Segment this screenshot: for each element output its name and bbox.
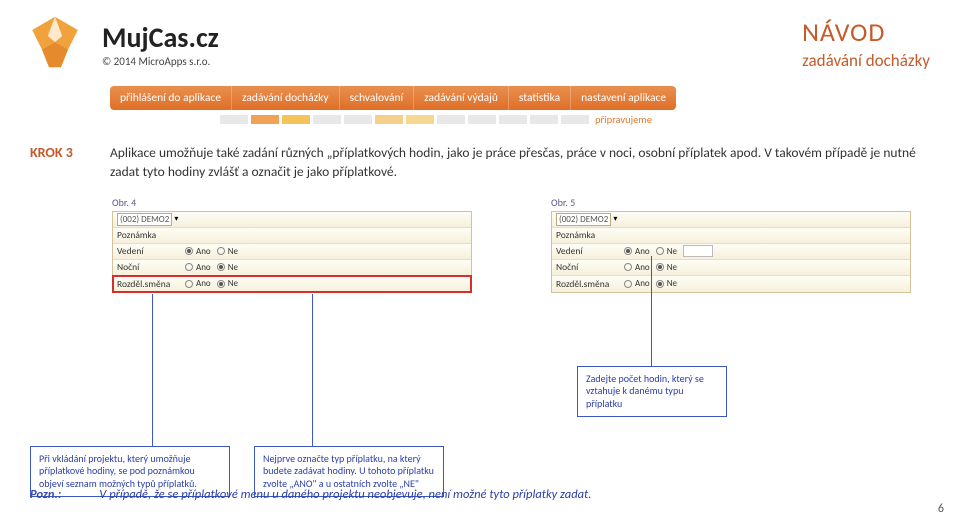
brand-copyright: © 2014 MicroApps s.r.o. bbox=[102, 55, 219, 68]
prep-cell bbox=[344, 115, 372, 124]
prep-cell bbox=[313, 115, 341, 124]
figure-5: Obr. 5 (002) DEMO2 ▾ Poznámka Vedení Ano… bbox=[551, 196, 960, 293]
radio-rozd-no-2[interactable]: Ne bbox=[656, 278, 677, 289]
tab-approval[interactable]: schvalování bbox=[340, 86, 415, 110]
note-row-label-2: Poznámka bbox=[556, 229, 624, 241]
brand-title: MujCas.cz bbox=[102, 20, 219, 55]
prep-cell bbox=[251, 115, 279, 124]
guide-subtitle: zadávání docházky bbox=[802, 50, 930, 71]
project-select-2[interactable]: (002) DEMO2 bbox=[556, 213, 611, 226]
radio-nocni-yes[interactable]: Ano bbox=[185, 262, 211, 273]
tab-settings[interactable]: nastavení aplikace bbox=[571, 86, 676, 110]
radio-vedeni-no[interactable]: Ne bbox=[217, 246, 238, 257]
prep-cell bbox=[530, 115, 558, 124]
preparing-strip: připravujeme bbox=[220, 113, 960, 126]
prep-cell bbox=[468, 115, 496, 124]
prep-cell bbox=[437, 115, 465, 124]
figure-4: Obr. 4 (002) DEMO2 ▾ Poznámka Vedení Ano… bbox=[112, 196, 521, 293]
dropdown-icon: ▾ bbox=[174, 214, 178, 224]
callout-hours-input: Zadejte počet hodin, který se vztahuje k… bbox=[577, 366, 727, 418]
mini-form-left: (002) DEMO2 ▾ Poznámka Vedení Ano Ne Noč… bbox=[112, 211, 472, 293]
footer-note: Pozn.: V případě, že se příplatkové menu… bbox=[30, 487, 591, 502]
radio-rozd-no[interactable]: Ne bbox=[217, 278, 238, 289]
row-rozd-label: Rozděl.směna bbox=[117, 278, 185, 290]
radio-nocni-no-2[interactable]: Ne bbox=[656, 262, 677, 273]
guide-heading: NÁVOD zadávání docházky bbox=[802, 12, 930, 72]
radio-rozd-yes-2[interactable]: Ano bbox=[624, 278, 650, 289]
radio-nocni-no[interactable]: Ne bbox=[217, 262, 238, 273]
tab-login[interactable]: přihlášení do aplikace bbox=[110, 86, 232, 110]
hours-input-vedeni[interactable] bbox=[683, 245, 713, 257]
radio-nocni-yes-2[interactable]: Ano bbox=[624, 262, 650, 273]
dropdown-icon: ▾ bbox=[613, 214, 617, 224]
page-header: MujCas.cz © 2014 MicroApps s.r.o. NÁVOD … bbox=[0, 0, 960, 80]
leader-line bbox=[312, 294, 313, 446]
prep-cell bbox=[499, 115, 527, 124]
figures-row: Obr. 4 (002) DEMO2 ▾ Poznámka Vedení Ano… bbox=[112, 196, 960, 293]
tab-attendance[interactable]: zadávání docházky bbox=[232, 86, 340, 110]
mini-form-right: (002) DEMO2 ▾ Poznámka Vedení Ano Ne Noč… bbox=[551, 211, 911, 293]
logo-icon bbox=[20, 12, 90, 72]
radio-vedeni-yes-2[interactable]: Ano bbox=[624, 246, 650, 257]
preparing-label: připravujeme bbox=[595, 113, 652, 126]
row-nocni-label-2: Noční bbox=[556, 261, 624, 273]
prep-cell bbox=[561, 115, 589, 124]
footer-note-label: Pozn.: bbox=[30, 487, 61, 502]
footer-note-text: V případě, že se příplatkové menu u dané… bbox=[99, 487, 591, 502]
tab-expenses[interactable]: zadávání výdajů bbox=[414, 86, 509, 110]
step-block: KROK 3 Aplikace umožňuje také zadání růz… bbox=[0, 128, 960, 182]
leader-line bbox=[651, 256, 652, 366]
figure-4-label: Obr. 4 bbox=[112, 196, 521, 209]
tab-statistics[interactable]: statistika bbox=[509, 86, 571, 110]
prep-cell bbox=[282, 115, 310, 124]
radio-vedeni-no-2[interactable]: Ne bbox=[656, 246, 677, 257]
step-text: Aplikace umožňuje také zadání různých „p… bbox=[110, 144, 930, 182]
page-number: 6 bbox=[938, 502, 944, 516]
project-select[interactable]: (002) DEMO2 bbox=[117, 213, 172, 226]
guide-title: NÁVOD bbox=[802, 16, 930, 48]
radio-rozd-yes[interactable]: Ano bbox=[185, 278, 211, 289]
prep-cell bbox=[406, 115, 434, 124]
brand-block: MujCas.cz © 2014 MicroApps s.r.o. bbox=[20, 12, 219, 72]
prep-cell bbox=[220, 115, 248, 124]
row-nocni-label: Noční bbox=[117, 261, 185, 273]
figure-5-label: Obr. 5 bbox=[551, 196, 960, 209]
note-row-label: Poznámka bbox=[117, 229, 185, 241]
leader-line bbox=[152, 294, 153, 446]
step-label: KROK 3 bbox=[30, 144, 90, 182]
radio-vedeni-yes[interactable]: Ano bbox=[185, 246, 211, 257]
tabs-bar: přihlášení do aplikace zadávání docházky… bbox=[110, 86, 960, 126]
row-vedeni-label: Vedení bbox=[117, 245, 185, 257]
row-rozd-label-2: Rozděl.směna bbox=[556, 278, 624, 290]
row-vedeni-label-2: Vedení bbox=[556, 245, 624, 257]
prep-cell bbox=[375, 115, 403, 124]
